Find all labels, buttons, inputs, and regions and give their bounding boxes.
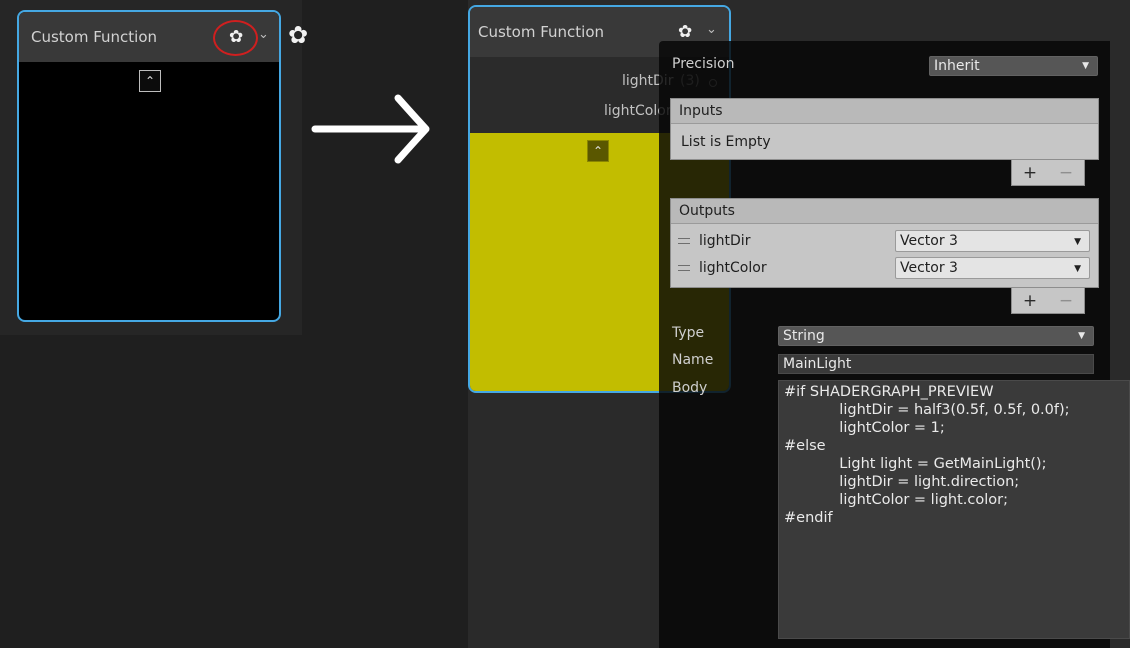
type-label: Type <box>672 325 705 341</box>
body-label: Body <box>672 380 708 396</box>
inputs-list: Inputs List is Empty <box>670 98 1099 160</box>
outputs-add-remove: + − <box>1011 288 1085 314</box>
remove-input-button[interactable]: − <box>1059 163 1073 183</box>
drag-handle-icon[interactable] <box>678 238 690 244</box>
dropdown-arrow-icon: ▼ <box>1074 264 1081 274</box>
gear-icon[interactable]: ✿ <box>678 22 692 42</box>
output-type-dropdown-lightdir[interactable]: Vector 3 ▼ <box>895 230 1090 252</box>
drag-handle-icon[interactable] <box>678 265 690 271</box>
output-name-lightdir[interactable]: lightDir <box>699 233 750 249</box>
dropdown-arrow-icon: ▼ <box>1074 237 1081 247</box>
node-title: Custom Function <box>31 28 158 46</box>
type-dropdown[interactable]: String ▼ <box>778 326 1094 346</box>
output-type-value: Vector 3 <box>900 260 958 276</box>
collapse-preview-button[interactable]: ⌃ <box>139 70 161 92</box>
type-value: String <box>783 328 825 344</box>
output-type-dropdown-lightcolor[interactable]: Vector 3 ▼ <box>895 257 1090 279</box>
precision-label: Precision <box>672 56 735 72</box>
chevron-up-icon: ⌃ <box>144 74 156 88</box>
node-title: Custom Function <box>478 23 605 41</box>
custom-function-node-collapsed[interactable]: Custom Function ✿ ⌄ ⌃ <box>17 10 281 322</box>
inputs-empty-text: List is Empty <box>681 134 771 150</box>
outputs-header: Outputs <box>671 199 1098 224</box>
chevron-down-icon[interactable]: ⌄ <box>258 27 269 42</box>
precision-dropdown[interactable]: Inherit ▼ <box>929 56 1098 76</box>
name-input[interactable]: MainLight <box>778 354 1094 374</box>
inputs-header: Inputs <box>671 99 1098 124</box>
name-label: Name <box>672 352 714 368</box>
arrow-right-icon <box>311 94 430 164</box>
gear-icon-partial: ✿ <box>288 21 309 49</box>
collapse-preview-button[interactable]: ⌃ <box>587 140 609 162</box>
body-code-editor[interactable]: #if SHADERGRAPH_PREVIEW lightDir = half3… <box>778 380 1130 639</box>
outputs-list: Outputs lightDir Vector 3 ▼ lightColor V… <box>670 198 1099 288</box>
dropdown-arrow-icon: ▼ <box>1078 331 1085 341</box>
precision-value: Inherit <box>934 58 980 74</box>
highlight-circle <box>213 20 258 56</box>
output-type-value: Vector 3 <box>900 233 958 249</box>
dropdown-arrow-icon: ▼ <box>1082 61 1089 71</box>
chevron-up-icon: ⌃ <box>592 144 604 158</box>
output-name-lightcolor[interactable]: lightColor <box>699 260 767 276</box>
add-input-button[interactable]: + <box>1023 163 1037 183</box>
add-output-button[interactable]: + <box>1023 291 1037 311</box>
remove-output-button[interactable]: − <box>1059 291 1073 311</box>
chevron-down-icon[interactable]: ⌄ <box>706 22 717 37</box>
inputs-add-remove: + − <box>1011 160 1085 186</box>
